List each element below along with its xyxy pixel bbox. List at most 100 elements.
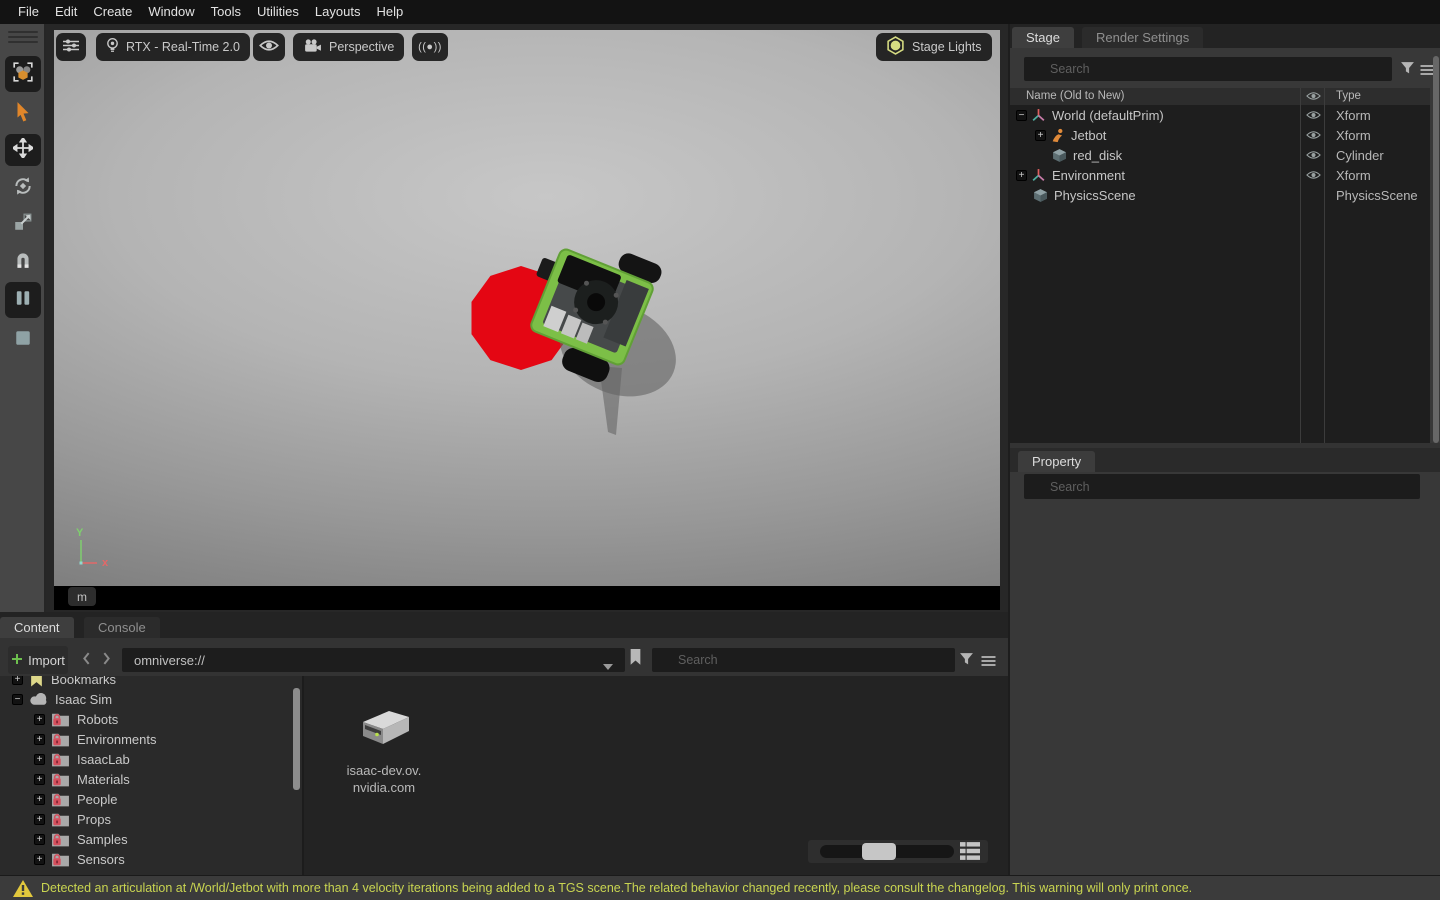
select-tool-button[interactable]	[5, 98, 41, 130]
path-input[interactable]	[122, 648, 625, 672]
eye-icon	[259, 39, 279, 55]
property-search-input[interactable]	[1024, 474, 1420, 499]
prim-name-label: World (defaultPrim)	[1052, 108, 1164, 123]
tab-render-settings[interactable]: Render Settings	[1082, 27, 1203, 48]
prim-type-label: Cylinder	[1336, 148, 1384, 163]
snap-tool-button[interactable]	[5, 246, 41, 278]
menu-layouts[interactable]: Layouts	[307, 0, 369, 24]
jetbot-object[interactable]	[505, 224, 709, 413]
stage-lights-button[interactable]: Stage Lights	[876, 33, 992, 61]
stop-button[interactable]	[5, 324, 41, 356]
visibility-toggle-eye-icon[interactable]	[1306, 150, 1321, 160]
tab-content[interactable]: Content	[0, 617, 74, 638]
viewport-settings-button[interactable]	[56, 33, 86, 61]
forward-icon[interactable]	[102, 652, 111, 670]
pause-button[interactable]	[5, 282, 41, 318]
column-name-label[interactable]: Name (Old to New)	[1026, 90, 1124, 102]
collapse-icon[interactable]: −	[12, 694, 23, 705]
menu-file[interactable]: File	[10, 0, 47, 24]
stage-row-world[interactable]: − World (defaultPrim) Xform	[1010, 105, 1430, 125]
renderer-button[interactable]: RTX - Real-Time 2.0	[96, 33, 250, 61]
grid-view-icon[interactable]	[960, 842, 980, 865]
tab-property[interactable]: Property	[1018, 451, 1095, 472]
import-button[interactable]: Import	[8, 646, 68, 674]
menu-edit[interactable]: Edit	[47, 0, 85, 24]
visibility-toggle-eye-icon[interactable]	[1306, 110, 1321, 120]
bookmark-icon[interactable]	[629, 649, 642, 671]
visibility-column-icon[interactable]	[1306, 91, 1321, 104]
menu-utilities[interactable]: Utilities	[249, 0, 307, 24]
expand-icon[interactable]: +	[34, 854, 45, 865]
tab-console[interactable]: Console	[84, 617, 160, 638]
folder-lock-icon	[51, 752, 70, 767]
left-toolbar	[0, 24, 46, 612]
expand-icon[interactable]: +	[34, 714, 45, 725]
collapse-icon[interactable]: −	[1016, 110, 1027, 121]
content-tree-item-isaac-sim[interactable]: −Isaac Sim	[0, 689, 302, 709]
content-tree-scrollbar[interactable]	[293, 688, 300, 790]
content-files-pane[interactable]: isaac-dev.ov. nvidia.com	[302, 676, 1008, 875]
content-search-input[interactable]	[652, 648, 955, 672]
camera-button[interactable]: Perspective	[293, 33, 404, 61]
scale-icon	[13, 212, 33, 237]
unit-button[interactable]: m	[68, 587, 96, 606]
move-tool-button[interactable]	[5, 134, 41, 166]
server-item[interactable]: isaac-dev.ov. nvidia.com	[324, 706, 444, 796]
content-tree-item-environments[interactable]: +Environments	[0, 729, 302, 749]
scale-tool-button[interactable]	[5, 208, 41, 240]
column-type-label[interactable]: Type	[1336, 90, 1361, 102]
content-tree-item-isaaclab[interactable]: +IsaacLab	[0, 749, 302, 769]
prim-type-label: Xform	[1336, 108, 1371, 123]
stage-row-physicsscene[interactable]: PhysicsScenePhysicsScene	[1010, 185, 1430, 205]
stage-row-environment[interactable]: +EnvironmentXform	[1010, 165, 1430, 185]
stage-search-input[interactable]	[1024, 57, 1392, 81]
stage-scrollbar[interactable]	[1433, 56, 1439, 443]
rotate-tool-button[interactable]	[5, 172, 41, 204]
stage-row-jetbot[interactable]: +JetbotXform	[1010, 125, 1430, 145]
viewport-panel: Y x RTX - Real-Time 2.0 Perspective ((●)…	[46, 24, 1008, 612]
expand-icon[interactable]: +	[34, 754, 45, 765]
expand-icon[interactable]: +	[34, 834, 45, 845]
selection-mode-button[interactable]	[5, 56, 41, 92]
rotate-icon	[13, 176, 33, 201]
stage-lights-icon	[886, 36, 905, 58]
viewport-canvas[interactable]: Y x RTX - Real-Time 2.0 Perspective ((●)…	[54, 30, 1000, 586]
stage-row-red_disk[interactable]: red_diskCylinder	[1010, 145, 1430, 165]
icon-size-slider	[808, 840, 988, 863]
visibility-toggle-eye-icon[interactable]	[1306, 130, 1321, 140]
menu-tools[interactable]: Tools	[203, 0, 249, 24]
menu-create[interactable]: Create	[85, 0, 140, 24]
toolbar-grip-icon[interactable]	[8, 36, 38, 38]
toolbar-grip-icon[interactable]	[8, 41, 38, 43]
visibility-toggle-eye-icon[interactable]	[1306, 170, 1321, 180]
expand-icon[interactable]: +	[34, 734, 45, 745]
tab-stage[interactable]: Stage	[1012, 27, 1074, 48]
content-tree-item-props[interactable]: +Props	[0, 809, 302, 829]
visibility-button[interactable]	[253, 33, 285, 61]
content-tree-item-robots[interactable]: +Robots	[0, 709, 302, 729]
expand-icon[interactable]: +	[34, 774, 45, 785]
back-icon[interactable]	[82, 652, 91, 670]
slider-handle[interactable]	[862, 843, 896, 860]
expand-icon[interactable]: +	[1016, 170, 1027, 181]
filter-icon[interactable]	[1400, 61, 1415, 80]
server-icon	[353, 706, 415, 754]
content-tree-item-materials[interactable]: +Materials	[0, 769, 302, 789]
menu-bar: FileEditCreateWindowToolsUtilitiesLayout…	[0, 0, 1440, 24]
content-tree-item-bookmarks[interactable]: +Bookmarks	[0, 676, 302, 689]
content-tree-item-sensors[interactable]: +Sensors	[0, 849, 302, 869]
lightbulb-icon	[106, 37, 119, 57]
expand-icon[interactable]: +	[12, 676, 23, 685]
expand-icon[interactable]: +	[34, 794, 45, 805]
content-tree-item-people[interactable]: +People	[0, 789, 302, 809]
menu-help[interactable]: Help	[368, 0, 411, 24]
menu-window[interactable]: Window	[140, 0, 202, 24]
expand-icon[interactable]: +	[34, 814, 45, 825]
content-tree-item-samples[interactable]: +Samples	[0, 829, 302, 849]
expand-icon[interactable]: +	[1035, 130, 1046, 141]
options-menu-icon[interactable]	[981, 654, 996, 672]
path-dropdown-icon[interactable]	[603, 657, 613, 675]
live-sync-button[interactable]: ((●))	[412, 33, 448, 61]
toolbar-grip-icon[interactable]	[8, 31, 38, 33]
filter-icon[interactable]	[959, 652, 974, 671]
